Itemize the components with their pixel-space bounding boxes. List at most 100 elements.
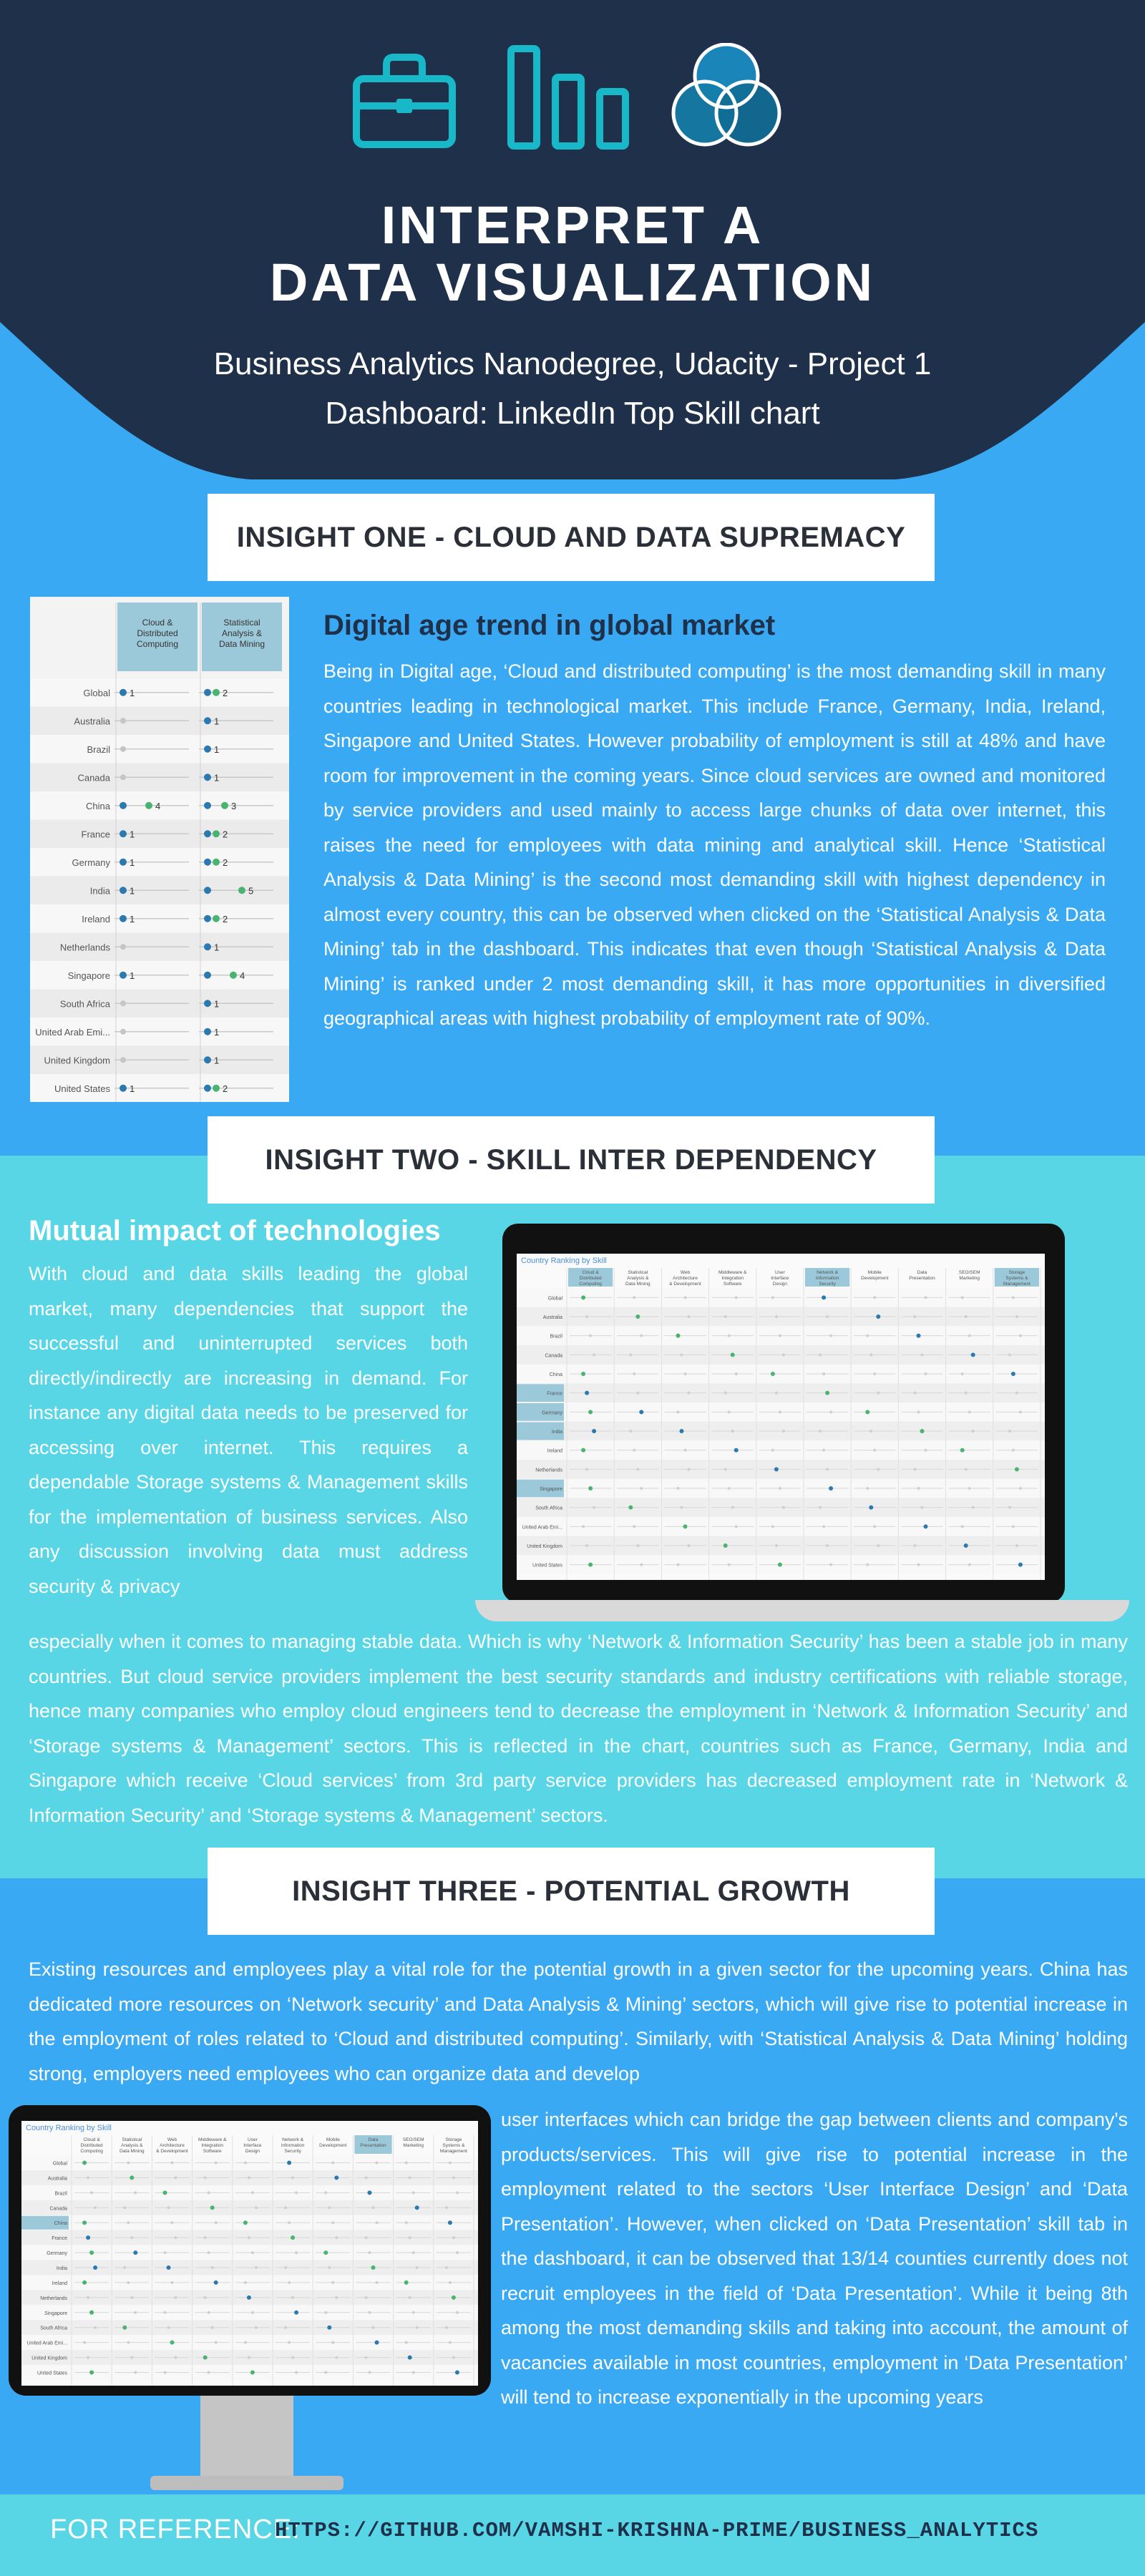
dashboard-dot [254,2326,258,2329]
dashboard-column-header: Network & [282,2137,304,2142]
dashboard-dot [629,1430,633,1433]
dashboard-dot [254,2206,258,2210]
dashboard-dot [640,1334,643,1337]
subtitle-course: Business Analytics Nanodegree, Udacity -… [213,346,932,381]
dashboard-dot [452,2176,455,2180]
dashboard-dot [288,2221,291,2225]
dashboard-dot [640,1487,643,1490]
dashboard-dot [593,1353,596,1357]
table-cell-value: 3 [231,801,236,811]
dashboard-column-header: Systems & [442,2143,465,2148]
dashboard-dot [247,2236,250,2240]
dashboard-column-header: Statistical [628,1270,648,1275]
dashboard-column-header: Design [773,1282,788,1287]
dashboard-dot [1014,1467,1019,1472]
dashboard-column-header: Design [245,2149,260,2154]
dashboard-dot [89,2250,94,2255]
dashboard-dot [94,2326,97,2329]
dashboard-dot [923,1524,928,1529]
dashboard-dot [87,2296,90,2299]
dashboard-dot [635,1314,640,1319]
dashboard-dot [375,2221,379,2225]
table-dot-value [213,914,220,922]
table-dot-empty [120,1028,126,1035]
dashboard-dot [82,2160,87,2165]
dashboard-column-header: Middleware & [198,2137,227,2142]
cloud-stats-ranking-table: Cloud &DistributedComputing StatisticalAn… [30,597,289,1102]
dashboard-dot [771,1448,774,1452]
footer-reference-link[interactable]: HTTPS://GITHUB.COM/VAMSHI-KRISHNA-PRIME/… [275,2519,1038,2542]
dashboard-dot [455,2311,459,2314]
dashboard-dot [1015,1315,1018,1318]
dashboard-column-header: Development [861,1276,888,1281]
dashboard-dot [327,2325,332,2330]
monitor-screen: Country Ranking by Skill Cloud & Distribu… [21,2121,478,2386]
dashboard-dot [723,1391,727,1395]
dashboard-row-country: United States [532,1563,563,1568]
insight-one-banner: INSIGHT ONE - CLOUD AND DATA SUPREMACY [208,494,935,581]
table-dot-rank [204,943,211,951]
dashboard-column-header: Computing [579,1282,602,1287]
dashboard-dot [452,2356,455,2359]
dashboard-column-header: Software [723,1282,742,1287]
dashboard-dot [291,2176,295,2180]
dashboard-dot [629,1353,633,1357]
dashboard-column-header: Network & [817,1270,839,1275]
dashboard-dot [774,1544,778,1547]
dashboard-dot [368,2251,371,2255]
dashboard-row-country: South Africa [40,2326,67,2331]
table-cell-value: 1 [214,942,219,952]
dashboard-row-country: Ireland [547,1449,563,1454]
insight-two-banner: INSIGHT TWO - SKILL INTER DEPENDENCY [208,1116,935,1204]
dashboard-dot [770,1372,775,1376]
table-cell-value: 1 [130,857,135,868]
dashboard-row-country: United States [37,2371,68,2376]
table-dot-rank [120,971,127,979]
dashboard-dot [130,2356,134,2359]
dashboard-column-header: User [775,1270,786,1275]
dashboard-dot [207,2191,210,2195]
table-dot-value [221,801,228,809]
table-dot-rank [204,858,211,866]
dashboard-dot [411,2371,415,2374]
dashboard-dot [364,2356,368,2359]
dashboard-dot [826,1468,829,1471]
dashboard-column-header: SEO/SEM [959,1270,980,1275]
dashboard-column-header: Architecture [673,1276,698,1281]
dashboard-dot [444,2326,448,2329]
dashboard-dot [633,1448,636,1452]
dashboard-dot [1015,1391,1018,1395]
dashboard-dot [968,1487,971,1490]
dashboard-dot [331,2280,335,2284]
dashboard-dot [687,1391,691,1395]
dashboard-dot [404,2280,409,2285]
table-dot-rank [204,914,211,922]
dashboard-dot [589,1334,593,1337]
dashboard-row-country: France [52,2236,67,2241]
dashboard-dot [582,1525,585,1528]
table-dot-value [230,971,237,979]
dashboard-dot [364,2176,368,2180]
dashboard-dot [924,1448,927,1452]
dashboard-dot [250,2251,254,2255]
table-cell-value: 1 [130,1083,135,1094]
table-column-header: Statistical [223,618,260,628]
dashboard-column-header: Data [917,1270,927,1275]
dashboard-dot [174,2296,177,2299]
dashboard-dot [324,2371,328,2374]
dashboard-row-country: Germany [542,1410,562,1415]
dashboard-dot [287,2160,292,2165]
dashboard-dot [876,1314,881,1319]
dashboard-dot [90,2191,94,2195]
dashboard-column-header: Cloud & [84,2137,101,2142]
dashboard-row-country: Brazil [54,2191,67,2196]
table-row-country: United Arab Emi... [35,1027,110,1038]
dashboard-dot [170,2161,174,2165]
dashboard-dot [130,2296,134,2299]
dashboard-dot [731,1430,734,1433]
dashboard-column-header: Storage [446,2137,462,2142]
dashboard-dot [680,1353,683,1357]
dashboard-dot [291,2356,295,2359]
dashboard-dot [727,1334,731,1337]
skill-ranking-dashboard-2: Cloud &DistributedComputing StatisticalAn… [21,2121,478,2386]
